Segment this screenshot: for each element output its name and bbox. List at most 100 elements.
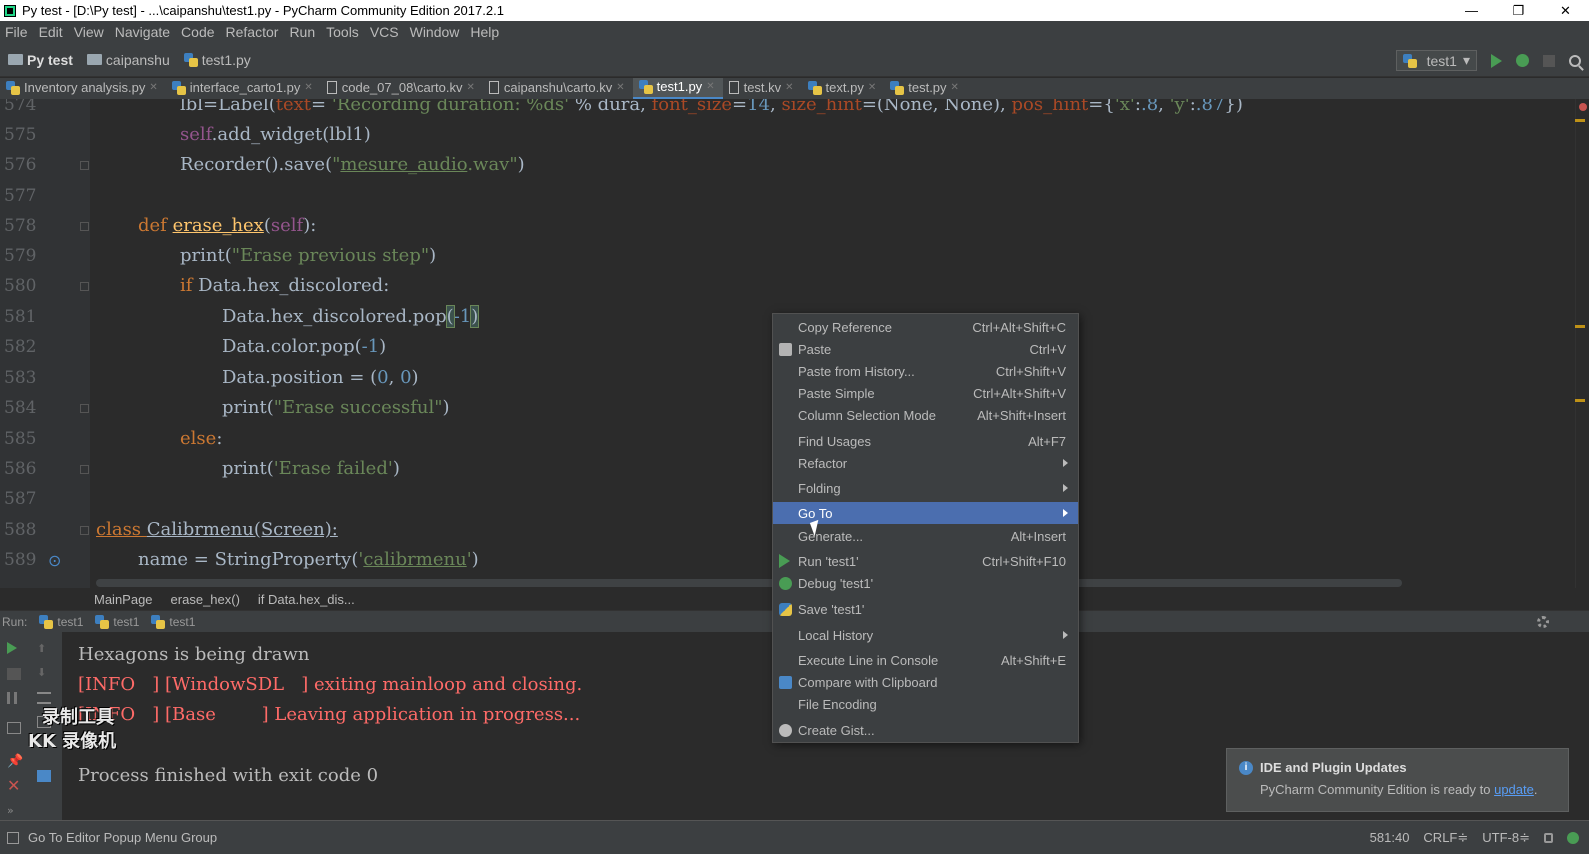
close-tab-icon[interactable]: ✕ [785, 82, 793, 93]
tab-test-kv[interactable]: test.kv ✕ [723, 78, 802, 99]
tab-text-py[interactable]: text.py ✕ [802, 78, 885, 99]
close-tab-icon[interactable]: ✕ [466, 82, 474, 93]
breadcrumb-function[interactable]: erase_hex() [171, 592, 240, 607]
menu-help[interactable]: Help [465, 24, 505, 40]
menu-edit[interactable]: Edit [34, 24, 69, 40]
python-file-icon [807, 80, 822, 95]
menu-item-run[interactable]: Run 'test1' Ctrl+Shift+F10 [773, 550, 1078, 572]
more-icon[interactable]: » [7, 804, 21, 817]
menu-item-refactor[interactable]: Refactor [773, 452, 1078, 474]
menu-navigate[interactable]: Navigate [110, 24, 176, 40]
run-tab[interactable]: test1 [95, 614, 139, 629]
warning-mark[interactable] [1575, 399, 1585, 402]
minimize-button[interactable]: — [1448, 0, 1495, 21]
menu-vcs[interactable]: VCS [365, 24, 405, 40]
close-tab-icon[interactable]: ✕ [868, 82, 876, 93]
code-token: text [275, 99, 312, 115]
close-tab-icon[interactable]: ✕ [706, 81, 714, 92]
update-notification[interactable]: i IDE and Plugin Updates PyCharm Communi… [1226, 748, 1569, 812]
menu-item-copy-reference[interactable]: Copy Reference Ctrl+Alt+Shift+C [773, 316, 1078, 338]
menu-item-create-gist[interactable]: Create Gist... [773, 719, 1078, 741]
caret-position[interactable]: 581:40 [1370, 830, 1410, 845]
layout-icon[interactable] [7, 722, 21, 734]
menu-code[interactable]: Code [176, 24, 220, 40]
menu-item-execute-line-in-console[interactable]: Execute Line in Console Alt+Shift+E [773, 649, 1078, 671]
menu-item-column-selection-mode[interactable]: Column Selection Mode Alt+Shift+Insert [773, 404, 1078, 426]
code-token: ={ [1088, 99, 1115, 115]
search-icon[interactable] [1569, 54, 1581, 67]
menu-view[interactable]: View [69, 24, 110, 40]
close-tab-icon[interactable]: ✕ [304, 82, 312, 93]
code-token: print( [222, 397, 274, 418]
menu-item-debug[interactable]: Debug 'test1' [773, 572, 1078, 594]
fold-marker-icon[interactable] [80, 222, 89, 231]
breadcrumb-class[interactable]: MainPage [94, 592, 153, 607]
nav-file[interactable]: test1.py [183, 52, 251, 68]
menu-item-find-usages[interactable]: Find Usages Alt+F7 [773, 430, 1078, 452]
menu-item-paste-simple[interactable]: Paste Simple Ctrl+Alt+Shift+V [773, 382, 1078, 404]
close-tab-icon[interactable]: ✕ [616, 82, 624, 93]
debug-icon[interactable] [1516, 54, 1529, 67]
menu-tools[interactable]: Tools [321, 24, 365, 40]
tab-test1[interactable]: test1.py ✕ [632, 78, 723, 99]
menu-item-folding[interactable]: Folding [773, 477, 1078, 499]
tab-code-carto-kv[interactable]: code_07_08\carto.kv ✕ [321, 78, 483, 99]
trash-icon[interactable] [37, 770, 51, 782]
menu-item-paste-from-history[interactable]: Paste from History... Ctrl+Shift+V [773, 360, 1078, 382]
breadcrumb-block[interactable]: if Data.hex_dis... [258, 592, 355, 607]
menu-item-save[interactable]: Save 'test1' [773, 598, 1078, 620]
update-link[interactable]: update [1494, 782, 1534, 797]
pin-icon[interactable]: 📌 [7, 754, 23, 769]
warning-mark[interactable] [1575, 119, 1585, 122]
file-encoding[interactable]: UTF-8≑ [1482, 830, 1530, 846]
tab-test-py[interactable]: test.py ✕ [884, 78, 967, 99]
fold-marker-icon[interactable] [80, 526, 89, 535]
fold-marker-icon[interactable] [80, 465, 89, 474]
run-icon[interactable] [1491, 53, 1502, 68]
fold-marker-icon[interactable] [80, 161, 89, 170]
run-configuration-select[interactable]: test1 ▾ [1395, 50, 1477, 71]
override-gutter-icon[interactable]: ⊙ [48, 551, 61, 570]
menu-item-local-history[interactable]: Local History [773, 624, 1078, 646]
run-tab[interactable]: test1 [151, 614, 195, 629]
lock-icon[interactable] [1544, 832, 1553, 843]
menu-file[interactable]: File [0, 24, 34, 40]
fold-marker-icon[interactable] [80, 404, 89, 413]
code-token: class [96, 519, 147, 540]
rerun-icon[interactable] [7, 642, 17, 654]
nav-folder[interactable]: caipanshu [86, 52, 170, 68]
menu-refactor[interactable]: Refactor [221, 24, 285, 40]
soft-wrap-icon[interactable] [37, 692, 51, 704]
menu-item-paste[interactable]: Paste Ctrl+V [773, 338, 1078, 360]
menu-window[interactable]: Window [405, 24, 466, 40]
menu-item-file-encoding[interactable]: File Encoding [773, 693, 1078, 715]
nav-project[interactable]: Py test [8, 52, 73, 68]
tab-interface-carto1[interactable]: interface_carto1.py ✕ [166, 78, 321, 99]
stop-icon[interactable] [7, 668, 21, 680]
up-arrow-icon[interactable]: ⬆ [37, 642, 51, 655]
error-indicator-icon[interactable] [1579, 103, 1587, 111]
fold-marker-icon[interactable] [80, 282, 89, 291]
close-button[interactable]: ✕ [1542, 0, 1589, 21]
error-stripe[interactable] [1575, 99, 1589, 588]
tab-inventory-analysis[interactable]: Inventory analysis.py ✕ [0, 78, 166, 99]
close-icon[interactable]: ✕ [7, 778, 21, 794]
tab-caipanshu-carto-kv[interactable]: caipanshu\carto.kv ✕ [483, 78, 633, 99]
menu-run[interactable]: Run [284, 24, 321, 40]
maximize-button[interactable]: ❐ [1495, 0, 1542, 21]
down-arrow-icon[interactable]: ⬇ [37, 666, 51, 679]
warning-mark[interactable] [1575, 325, 1585, 328]
menu-item-compare-with-clipboard[interactable]: Compare with Clipboard [773, 671, 1078, 693]
stop-icon[interactable] [1543, 54, 1555, 67]
line-separator[interactable]: CRLF≑ [1423, 830, 1468, 846]
run-tab[interactable]: test1 [39, 614, 83, 629]
menu-item-shortcut: Ctrl+Alt+Shift+C [972, 319, 1066, 335]
tool-window-toggle-icon[interactable] [7, 831, 19, 844]
horizontal-scrollbar[interactable] [96, 579, 1402, 587]
event-log-icon[interactable] [1567, 831, 1579, 844]
editor-gutter: 574 575 576 577 578 579 580 581 582 583 … [0, 99, 90, 588]
close-tab-icon[interactable]: ✕ [951, 82, 959, 93]
pause-icon[interactable] [7, 692, 17, 704]
close-tab-icon[interactable]: ✕ [149, 82, 157, 93]
gear-icon[interactable] [1537, 615, 1549, 628]
